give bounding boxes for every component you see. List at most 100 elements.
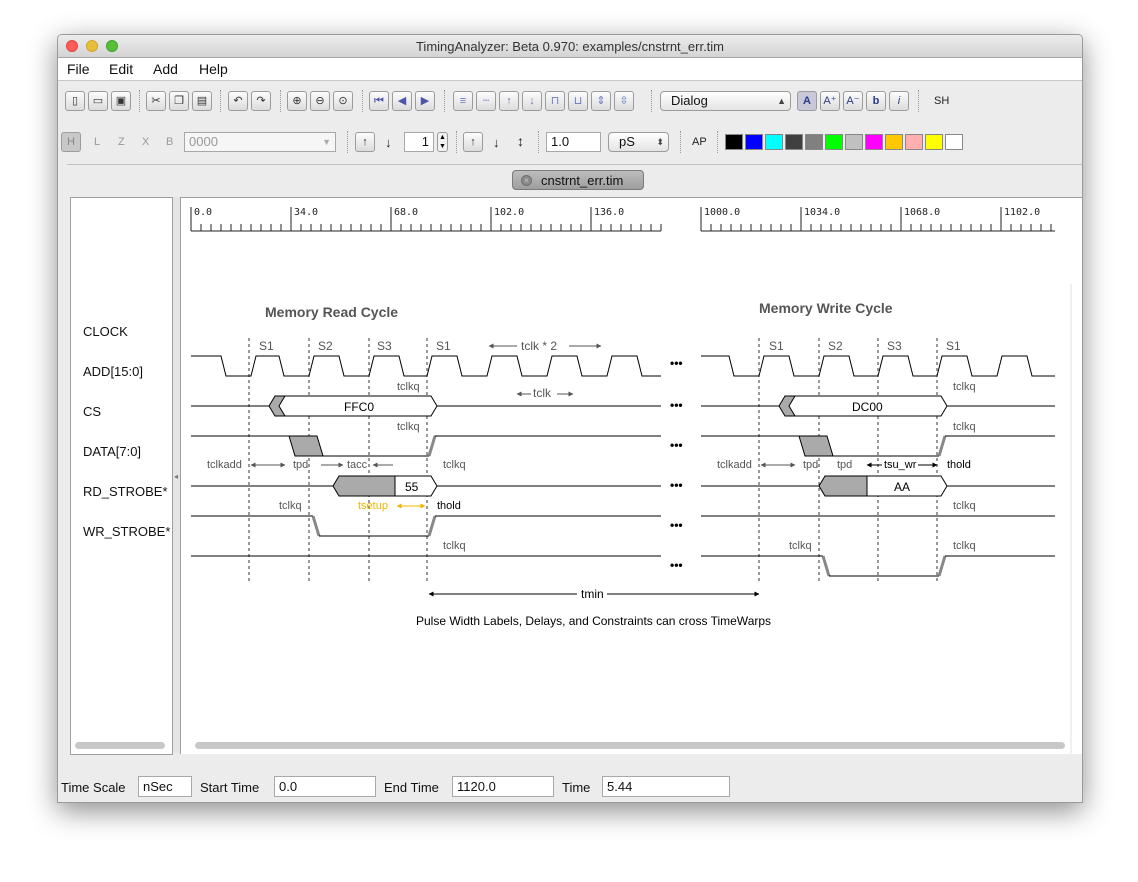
end-time-field[interactable]: 1120.0 bbox=[452, 776, 554, 797]
font-select[interactable]: Dialog ▲ bbox=[660, 91, 791, 111]
signal-name-wr-strobe[interactable]: WR_STROBE* bbox=[83, 524, 170, 539]
read-cycle-title: Memory Read Cycle bbox=[265, 304, 398, 320]
color-swatch-yellow[interactable] bbox=[925, 134, 943, 150]
time-scale-field[interactable]: nSec bbox=[138, 776, 192, 797]
step-back-icon[interactable]: ◀ bbox=[392, 91, 412, 111]
font-shrink-button[interactable]: A⁻ bbox=[843, 91, 863, 111]
start-time-field[interactable]: 0.0 bbox=[274, 776, 376, 797]
waveform-scrollbar[interactable] bbox=[195, 742, 1065, 749]
clock-waveform[interactable] bbox=[191, 355, 1055, 377]
rise-time-up-button[interactable]: ↑ bbox=[463, 132, 483, 152]
step-forward-icon[interactable]: ▶ bbox=[415, 91, 435, 111]
time-field[interactable]: 5.44 bbox=[602, 776, 730, 797]
cs-waveform[interactable] bbox=[191, 435, 1055, 457]
open-file-icon[interactable]: ▭ bbox=[88, 91, 108, 111]
time-scale-label: Time Scale bbox=[61, 780, 126, 795]
tclkadd-label: tclkadd bbox=[717, 459, 752, 471]
state-label: S2 bbox=[828, 339, 843, 353]
expand-icon[interactable]: ⇕ bbox=[591, 91, 611, 111]
state-x-button[interactable]: X bbox=[142, 136, 149, 148]
zoom-in-icon[interactable]: ⊕ bbox=[287, 91, 307, 111]
state-label: S1 bbox=[436, 339, 451, 353]
end-time-label: End Time bbox=[384, 780, 439, 795]
state-high-button[interactable]: H bbox=[61, 132, 81, 152]
save-file-icon[interactable]: ▣ bbox=[111, 91, 131, 111]
fall-edge-icon[interactable]: ↓ bbox=[522, 91, 542, 111]
color-swatch-blue[interactable] bbox=[745, 134, 763, 150]
color-swatch-lightgray[interactable] bbox=[845, 134, 863, 150]
wr-strobe-waveform[interactable] bbox=[191, 555, 1055, 577]
redo-icon[interactable]: ↷ bbox=[251, 91, 271, 111]
signal-name-rd-strobe[interactable]: RD_STROBE* bbox=[83, 484, 168, 499]
timewarp-marker: ••• bbox=[670, 478, 683, 492]
color-swatch-green[interactable] bbox=[825, 134, 843, 150]
start-time-label: Start Time bbox=[200, 780, 260, 795]
color-swatch-pink[interactable] bbox=[905, 134, 923, 150]
pulse-low-icon[interactable]: ⊔ bbox=[568, 91, 588, 111]
rise-edge-icon[interactable]: ↑ bbox=[499, 91, 519, 111]
signal-name-data[interactable]: DATA[7:0] bbox=[83, 444, 141, 459]
font-weight-button[interactable]: b bbox=[866, 91, 886, 111]
updown-arrow-button[interactable]: ↕ bbox=[517, 133, 524, 149]
color-swatch-cyan[interactable] bbox=[765, 134, 783, 150]
copy-icon[interactable]: ❐ bbox=[169, 91, 189, 111]
compress-icon[interactable]: ⇳ bbox=[614, 91, 634, 111]
names-scrollbar[interactable] bbox=[75, 742, 165, 749]
tpd-label: tpd bbox=[803, 459, 818, 471]
menu-file[interactable]: File bbox=[67, 61, 90, 77]
menu-edit[interactable]: Edit bbox=[109, 61, 133, 77]
state-bus-button[interactable]: B bbox=[166, 136, 173, 148]
paste-icon[interactable]: ▤ bbox=[192, 91, 212, 111]
menu-add[interactable]: Add bbox=[153, 61, 178, 77]
zoom-fit-icon[interactable]: ⊙ bbox=[333, 91, 353, 111]
tmin-label: tmin bbox=[581, 587, 604, 601]
state-low-button[interactable]: L bbox=[94, 136, 100, 148]
font-bold-a-button[interactable]: A bbox=[797, 91, 817, 111]
menu-help[interactable]: Help bbox=[199, 61, 228, 77]
document-tab[interactable]: × cnstrnt_err.tim bbox=[512, 170, 644, 190]
time-label: Time bbox=[562, 780, 591, 795]
count-field[interactable]: 1 bbox=[404, 132, 434, 152]
color-swatch-black[interactable] bbox=[725, 134, 743, 150]
ap-button[interactable]: AP bbox=[692, 136, 707, 148]
font-grow-button[interactable]: A⁺ bbox=[820, 91, 840, 111]
color-swatch-orange[interactable] bbox=[885, 134, 903, 150]
close-tab-icon[interactable]: × bbox=[521, 175, 532, 186]
align-lines-icon[interactable]: ≡ bbox=[453, 91, 473, 111]
new-file-icon[interactable]: ▯ bbox=[65, 91, 85, 111]
signal-name-clock[interactable]: CLOCK bbox=[83, 324, 128, 339]
color-swatch-darkgray[interactable] bbox=[785, 134, 803, 150]
tclkadd-label: tclkadd bbox=[207, 459, 242, 471]
state-label: S3 bbox=[887, 339, 902, 353]
rd-strobe-waveform[interactable] bbox=[191, 515, 1055, 537]
up-arrow-button[interactable]: ↑ bbox=[355, 132, 375, 152]
write-cycle-title: Memory Write Cycle bbox=[759, 300, 893, 316]
pulse-high-icon[interactable]: ⊓ bbox=[545, 91, 565, 111]
split-divider[interactable]: ◂ bbox=[173, 197, 180, 753]
undo-icon[interactable]: ↶ bbox=[228, 91, 248, 111]
tclkq-label: tclkq bbox=[953, 500, 976, 512]
unit-select[interactable]: pS ⬍ bbox=[608, 132, 669, 152]
cut-icon[interactable]: ✂ bbox=[146, 91, 166, 111]
dotted-lines-icon[interactable]: ┄ bbox=[476, 91, 496, 111]
add-waveform[interactable] bbox=[191, 395, 1055, 417]
fall-time-down-button[interactable]: ↓ bbox=[493, 135, 500, 150]
go-start-icon[interactable]: ⏮ bbox=[369, 91, 389, 111]
bus-value-combo[interactable]: 0000 ▼ bbox=[184, 132, 336, 152]
sh-button[interactable]: SH bbox=[934, 95, 949, 107]
count-stepper[interactable]: ▲ ▼ bbox=[437, 132, 448, 152]
signal-name-cs[interactable]: CS bbox=[83, 404, 101, 419]
state-z-button[interactable]: Z bbox=[118, 136, 125, 148]
font-italic-button[interactable]: i bbox=[889, 91, 909, 111]
time-value-field[interactable]: 1.0 bbox=[546, 132, 601, 152]
signal-name-add[interactable]: ADD[15:0] bbox=[83, 364, 143, 379]
tclkq-label: tclkq bbox=[443, 459, 466, 471]
color-swatch-magenta[interactable] bbox=[865, 134, 883, 150]
ruler-tick-label: 0.0 bbox=[194, 207, 212, 218]
color-swatch-white[interactable] bbox=[945, 134, 963, 150]
ruler-tick-label: 1034.0 bbox=[804, 207, 840, 218]
down-arrow-button[interactable]: ↓ bbox=[385, 135, 392, 150]
data-waveform[interactable] bbox=[191, 475, 1055, 497]
zoom-out-icon[interactable]: ⊖ bbox=[310, 91, 330, 111]
color-swatch-gray[interactable] bbox=[805, 134, 823, 150]
